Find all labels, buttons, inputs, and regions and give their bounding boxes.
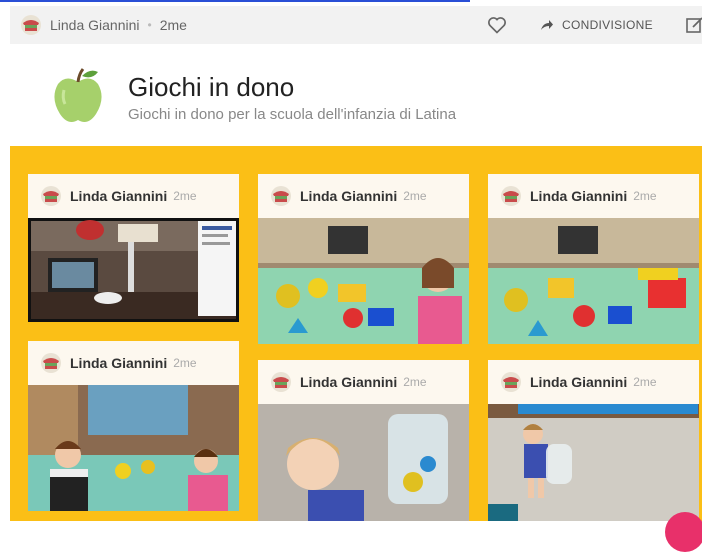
- card-header: Linda Giannini 2me: [488, 360, 699, 404]
- share-label: CONDIVISIONE: [562, 18, 653, 32]
- post-time: 2me: [159, 17, 187, 33]
- card-time: 2me: [173, 356, 197, 370]
- card-time: 2me: [403, 375, 427, 389]
- card-author: Linda Giannini: [530, 374, 628, 390]
- post-card[interactable]: Linda Giannini 2me: [28, 174, 239, 322]
- avatar-icon: [501, 186, 521, 206]
- post-author-bar: Linda Giannini • 2me CONDIVISIONE: [10, 6, 702, 44]
- card-photo-children-classroom[interactable]: [28, 385, 239, 511]
- card-header: Linda Giannini 2me: [258, 360, 469, 404]
- card-time: 2me: [633, 375, 657, 389]
- card-header: Linda Giannini 2me: [258, 174, 469, 218]
- share-arrow-icon: [541, 20, 553, 30]
- card-author: Linda Giannini: [530, 188, 628, 204]
- avatar-icon: [271, 186, 291, 206]
- card-photo-desk-laptop[interactable]: [28, 218, 239, 322]
- avatar-icon: [41, 186, 61, 206]
- card-photo-child-room[interactable]: [488, 404, 699, 521]
- card-header: Linda Giannini 2me: [28, 341, 239, 385]
- card-author: Linda Giannini: [300, 188, 398, 204]
- post-card[interactable]: Linda Giannini 2me: [488, 360, 699, 521]
- post-card[interactable]: Linda Giannini 2me: [28, 341, 239, 511]
- post-card[interactable]: Linda Giannini 2me: [488, 174, 699, 344]
- share-button[interactable]: CONDIVISIONE: [540, 6, 653, 44]
- avatar-icon: [501, 372, 521, 392]
- card-time: 2me: [403, 189, 427, 203]
- edit-icon[interactable]: [686, 16, 702, 34]
- card-photo-girl-gift[interactable]: [258, 404, 469, 521]
- apple-icon: [54, 68, 102, 122]
- card-author: Linda Giannini: [70, 355, 168, 371]
- post-card[interactable]: Linda Giannini 2me: [258, 360, 469, 521]
- board-title: Giochi in dono: [128, 72, 295, 102]
- post-card[interactable]: Linda Giannini 2me: [258, 174, 469, 344]
- avatar-icon: [41, 353, 61, 373]
- card-header: Linda Giannini 2me: [28, 174, 239, 218]
- card-photo-toys-table[interactable]: [488, 218, 699, 344]
- avatar-icon[interactable]: [20, 14, 42, 36]
- board-header: Giochi in dono Giochi in dono per la scu…: [0, 50, 702, 145]
- avatar-icon: [271, 372, 291, 392]
- separator-dot: •: [147, 18, 152, 32]
- add-post-button[interactable]: [665, 512, 702, 552]
- padlet-board: Linda Giannini 2me Linda Giannini 2me Li…: [10, 146, 702, 521]
- board-subtitle: Giochi in dono per la scuola dell'infanz…: [128, 106, 457, 123]
- card-photo-toys-table[interactable]: [258, 218, 469, 344]
- card-author: Linda Giannini: [300, 374, 398, 390]
- top-link-underline: [0, 0, 470, 2]
- card-time: 2me: [633, 189, 657, 203]
- post-author[interactable]: Linda Giannini: [50, 17, 140, 33]
- heart-icon[interactable]: [487, 15, 507, 35]
- card-time: 2me: [173, 189, 197, 203]
- card-header: Linda Giannini 2me: [488, 174, 699, 218]
- card-author: Linda Giannini: [70, 188, 168, 204]
